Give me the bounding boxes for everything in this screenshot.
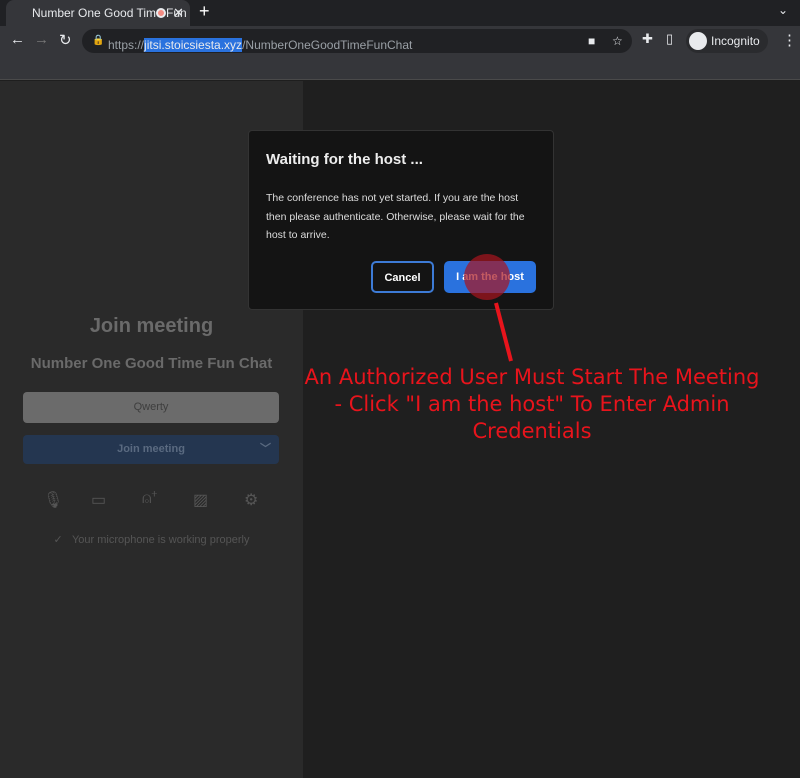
annotation-text: An Authorized User Must Start The Meetin… (304, 365, 760, 443)
